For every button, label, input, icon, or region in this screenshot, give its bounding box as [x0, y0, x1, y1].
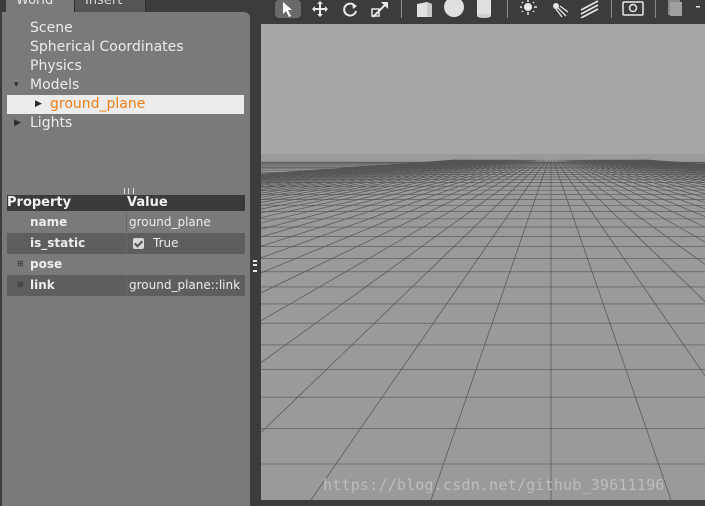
- ground-plane: [261, 154, 705, 500]
- cell-divider: [126, 233, 127, 254]
- tree-item-spherical-coordinates[interactable]: Spherical Coordinates: [30, 38, 184, 57]
- toolbar-separator: [507, 0, 508, 18]
- scale-icon[interactable]: [369, 0, 391, 18]
- tree-item-scene[interactable]: Scene: [30, 19, 73, 38]
- property-row-link[interactable]: ⊞ link ground_plane::link: [7, 275, 245, 296]
- screenshot-icon[interactable]: [621, 0, 645, 18]
- toolbar: [261, 0, 705, 24]
- 3d-viewport[interactable]: [261, 24, 705, 500]
- property-key: name: [30, 215, 68, 229]
- tree-item-lights[interactable]: ▶ Lights: [14, 114, 214, 133]
- property-table-header: Property Value: [7, 195, 245, 211]
- property-key: link: [30, 278, 55, 292]
- panel-splitter-handle[interactable]: [124, 188, 134, 194]
- translate-icon[interactable]: [309, 0, 331, 18]
- more-icon[interactable]: [693, 0, 703, 18]
- cylinder-icon[interactable]: [473, 0, 495, 18]
- tree-item-label: Models: [30, 77, 80, 93]
- tree-item-label: ground_plane: [50, 96, 146, 112]
- cell-divider: [126, 275, 127, 296]
- tab-bar: World Insert: [0, 0, 250, 13]
- sphere-icon[interactable]: [443, 0, 465, 18]
- expand-plus-icon[interactable]: ⊞: [17, 281, 24, 289]
- toolbar-separator: [401, 0, 402, 18]
- tree-item-label: Physics: [30, 58, 82, 74]
- is-static-checkbox[interactable]: [133, 238, 144, 249]
- expand-arrow-icon[interactable]: ▶: [35, 95, 45, 114]
- expand-plus-icon[interactable]: ⊞: [17, 260, 24, 268]
- tab-world[interactable]: World: [6, 0, 78, 12]
- box-icon[interactable]: [413, 0, 435, 18]
- property-row-pose[interactable]: ⊞ pose: [7, 254, 245, 275]
- left-panel: World Insert Scene Spherical Coordinates…: [0, 0, 250, 506]
- toolbar-separator: [611, 0, 612, 18]
- collapse-arrow-icon[interactable]: ▾: [14, 76, 24, 95]
- world-panel: Scene Spherical Coordinates Physics ▾ Mo…: [2, 12, 250, 506]
- property-key: is_static: [30, 236, 86, 250]
- sky: [261, 24, 705, 160]
- property-value: True: [153, 236, 179, 250]
- header-value: Value: [127, 195, 168, 210]
- header-property: Property: [7, 195, 72, 210]
- status-bar: [261, 500, 705, 506]
- tree-item-models[interactable]: ▾ Models: [14, 76, 214, 95]
- point-light-icon[interactable]: [517, 0, 539, 18]
- tree-item-label: Spherical Coordinates: [30, 39, 184, 55]
- tree-item-label: Scene: [30, 20, 73, 36]
- rotate-icon[interactable]: [339, 0, 361, 18]
- property-row-name[interactable]: name ground_plane: [7, 212, 245, 233]
- viewport-splitter[interactable]: [250, 0, 261, 506]
- log-icon[interactable]: [665, 0, 683, 18]
- spot-light-icon[interactable]: [548, 0, 570, 18]
- directional-light-icon[interactable]: [578, 0, 602, 18]
- property-value: ground_plane: [129, 215, 211, 229]
- select-arrow-icon[interactable]: [275, 0, 301, 18]
- property-row-is-static[interactable]: is_static True: [7, 233, 245, 254]
- cell-divider: [126, 212, 127, 233]
- property-value: ground_plane::link: [129, 278, 241, 292]
- watermark: https://blog.csdn.net/github_39611196: [323, 476, 665, 494]
- toolbar-separator: [655, 0, 656, 18]
- expand-arrow-icon[interactable]: ▶: [14, 114, 24, 133]
- tree-item-label: Lights: [30, 115, 73, 131]
- splitter-grip-icon: [253, 260, 257, 272]
- ground-grid: [261, 24, 705, 500]
- tree-item-ground-plane[interactable]: ▶ ground_plane: [7, 95, 244, 114]
- property-key: pose: [30, 257, 63, 271]
- tree-item-physics[interactable]: Physics: [30, 57, 82, 76]
